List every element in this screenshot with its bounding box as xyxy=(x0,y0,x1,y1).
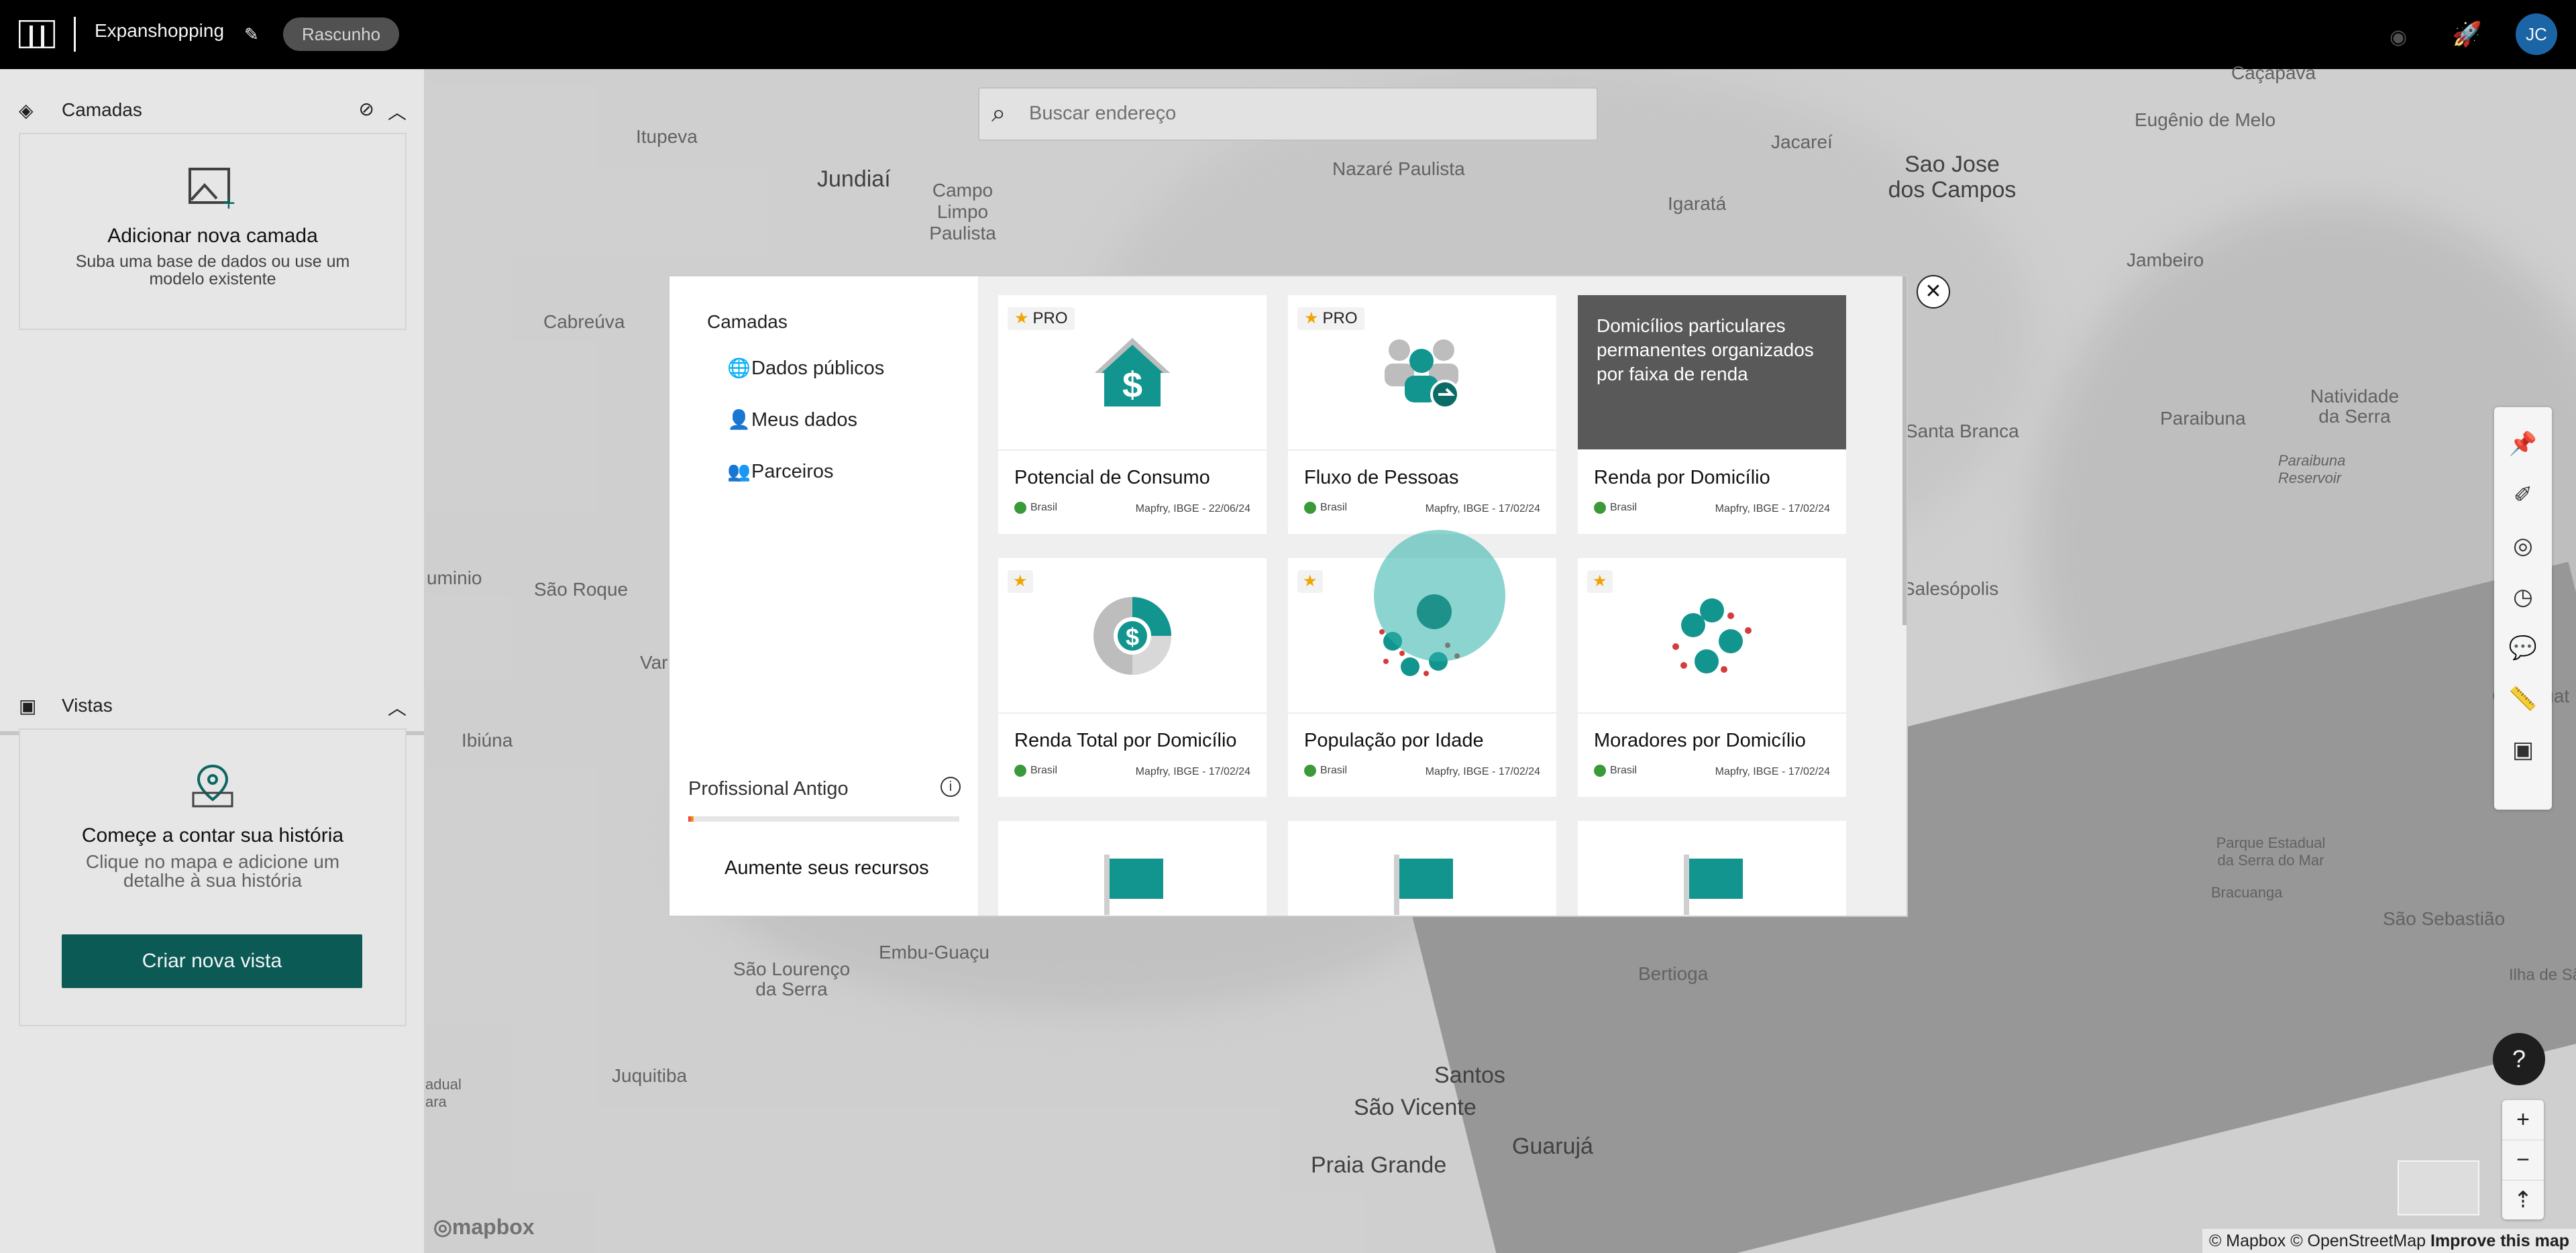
category-label: Parceiros xyxy=(751,461,834,482)
category-label: Meus dados xyxy=(751,409,857,431)
modal-scrollbar[interactable] xyxy=(1902,276,1907,625)
tile-location-label: Brasil xyxy=(1320,765,1348,777)
star-badge: ★ xyxy=(1297,570,1323,593)
flag-icon xyxy=(1104,855,1163,915)
donut-dollar-icon: $ xyxy=(1093,597,1171,675)
people-flow-icon xyxy=(1385,339,1460,409)
tile-location-label: Brasil xyxy=(1030,765,1058,777)
tile-source: Mapfry, IBGE - 17/02/24 xyxy=(1425,766,1540,777)
star-icon: ★ xyxy=(1013,572,1028,590)
tile-name: Renda Total por Domicílio xyxy=(1014,730,1237,751)
tile-source: Mapfry, IBGE - 22/06/24 xyxy=(1135,503,1250,514)
svg-text:$: $ xyxy=(1126,623,1139,651)
flag-icon xyxy=(1394,855,1453,915)
layer-tile[interactable] xyxy=(998,821,1267,916)
tile-name: Potencial de Consumo xyxy=(1014,467,1210,488)
category-label: Dados públicos xyxy=(751,358,885,379)
catalog-title: Camadas xyxy=(707,311,788,332)
brazil-flag-icon xyxy=(1304,502,1316,514)
star-badge: ★ xyxy=(1587,570,1613,593)
cursor-highlight xyxy=(1374,530,1505,661)
residents-icon xyxy=(1672,598,1752,673)
pro-badge: ★ PRO xyxy=(1008,307,1075,330)
layer-tile[interactable] xyxy=(1288,821,1556,916)
brazil-flag-icon xyxy=(1014,502,1026,514)
layer-tile[interactable]: ★ Moradores por Domicílio Brasil Mapfry,… xyxy=(1578,558,1846,797)
tile-location-label: Brasil xyxy=(1030,502,1058,514)
star-icon: ★ xyxy=(1014,309,1029,327)
tile-name: Renda por Domicílio xyxy=(1594,467,1770,488)
plan-name: Profissional Antigo xyxy=(688,778,849,800)
brazil-flag-icon xyxy=(1594,502,1606,514)
tile-name: Fluxo de Pessoas xyxy=(1304,467,1459,488)
globe-icon: 🌐 xyxy=(727,358,751,378)
layer-tile[interactable]: Domicílios particulares permanentes orga… xyxy=(1578,295,1846,534)
close-icon[interactable]: ✕ xyxy=(1917,275,1950,309)
tile-image xyxy=(1578,558,1846,714)
layer-tile[interactable]: $ ★ Renda Total por Domicílio Brasil Map… xyxy=(998,558,1267,797)
tile-description: Domicílios particulares permanentes orga… xyxy=(1578,295,1846,449)
upgrade-link[interactable]: Aumente seus recursos xyxy=(724,857,929,879)
brazil-flag-icon xyxy=(1014,765,1026,777)
tile-name: Moradores por Domicílio xyxy=(1594,730,1806,751)
layer-catalog-modal: Camadas 🌐Dados públicos 👤Meus dados 👥Par… xyxy=(668,275,1908,917)
tile-name: População por Idade xyxy=(1304,730,1484,751)
star-icon: ★ xyxy=(1593,572,1607,590)
flag-icon xyxy=(1684,855,1743,915)
tile-location: Brasil xyxy=(1594,765,1637,777)
badge-label: PRO xyxy=(1322,309,1358,327)
tile-source: Mapfry, IBGE - 17/02/24 xyxy=(1715,503,1830,514)
house-dollar-icon: $ xyxy=(1095,338,1170,406)
tile-source: Mapfry, IBGE - 17/02/24 xyxy=(1135,766,1250,777)
plan-usage-bar xyxy=(688,816,959,822)
category-partners[interactable]: 👥Parceiros xyxy=(727,460,834,483)
badge-label: PRO xyxy=(1032,309,1068,327)
tile-location: Brasil xyxy=(1014,502,1057,514)
pro-badge: ★ PRO xyxy=(1297,307,1364,330)
layer-tile[interactable]: ★ PRO Fluxo de Pessoas Brasil Mapfry, IBG… xyxy=(1288,295,1556,534)
star-icon: ★ xyxy=(1303,572,1318,590)
tile-source: Mapfry, IBGE - 17/02/24 xyxy=(1425,503,1540,514)
svg-text:$: $ xyxy=(1122,365,1142,405)
layer-tile[interactable]: $ ★ PRO Potencial de Consumo Brasil Mapfr… xyxy=(998,295,1267,534)
plan-usage-fill xyxy=(688,816,694,822)
info-icon[interactable]: i xyxy=(941,777,961,797)
tile-source: Mapfry, IBGE - 17/02/24 xyxy=(1715,766,1830,777)
category-my-data[interactable]: 👤Meus dados xyxy=(727,408,857,431)
tile-location-label: Brasil xyxy=(1610,502,1638,514)
tile-location: Brasil xyxy=(1014,765,1057,777)
brazil-flag-icon xyxy=(1594,765,1606,777)
tile-location: Brasil xyxy=(1304,765,1347,777)
tile-location: Brasil xyxy=(1304,502,1347,514)
tile-location-label: Brasil xyxy=(1610,765,1638,777)
category-public-data[interactable]: 🌐Dados públicos xyxy=(727,357,884,380)
layer-tile[interactable] xyxy=(1578,821,1846,916)
partners-icon: 👥 xyxy=(727,461,751,482)
brazil-flag-icon xyxy=(1304,765,1316,777)
catalog-categories: Camadas 🌐Dados públicos 👤Meus dados 👥Par… xyxy=(669,276,978,916)
tile-location-label: Brasil xyxy=(1320,502,1348,514)
tile-image: $ xyxy=(998,558,1267,714)
star-icon: ★ xyxy=(1304,309,1319,327)
user-circle-icon: 👤 xyxy=(727,409,751,430)
tile-location: Brasil xyxy=(1594,502,1637,514)
star-badge: ★ xyxy=(1008,570,1033,593)
